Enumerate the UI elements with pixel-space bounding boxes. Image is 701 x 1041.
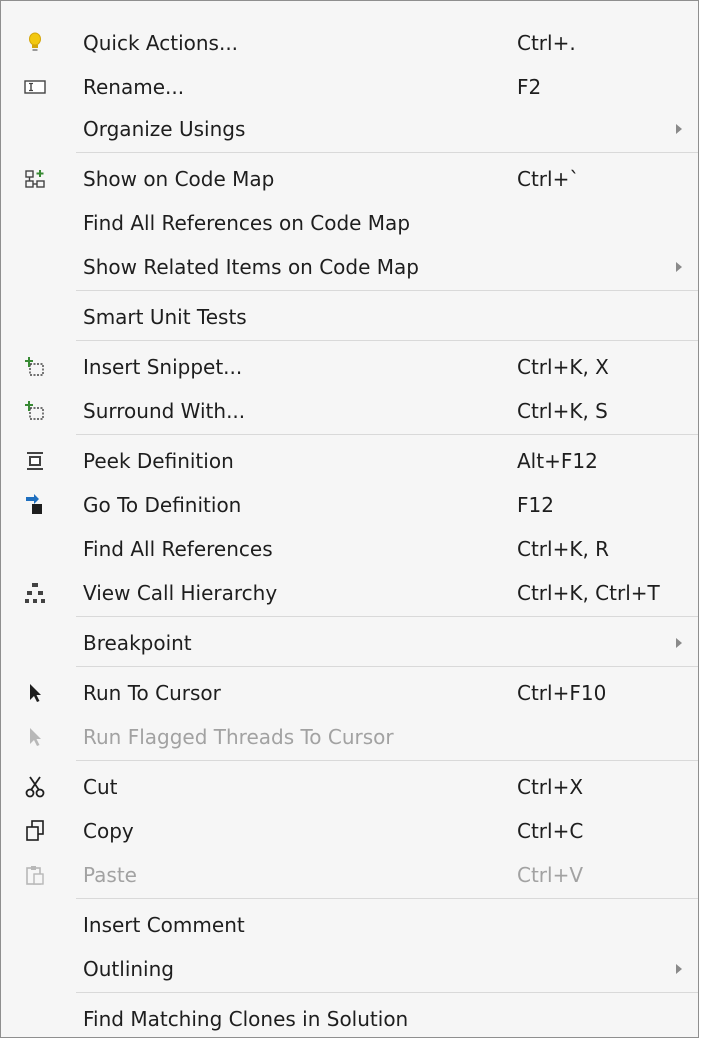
menu-item-label: Find Matching Clones in Solution bbox=[83, 1007, 409, 1031]
menu-item-cut[interactable]: Cut Ctrl+X bbox=[1, 765, 698, 809]
copy-icon bbox=[24, 819, 46, 843]
menu-item-label: Show Related Items on Code Map bbox=[83, 255, 419, 279]
menu-item-go-to-definition[interactable]: Go To Definition F12 bbox=[1, 483, 698, 527]
menu-separator bbox=[76, 152, 698, 153]
menu-item-insert-snippet[interactable]: Insert Snippet... Ctrl+K, X bbox=[1, 345, 698, 389]
menu-item-shortcut: Ctrl+K, R bbox=[517, 537, 610, 561]
menu-item-shortcut: F2 bbox=[517, 75, 542, 99]
menu-item-label: View Call Hierarchy bbox=[83, 581, 278, 605]
menu-item-label: Breakpoint bbox=[83, 631, 192, 655]
menu-item-paste: Paste Ctrl+V bbox=[1, 853, 698, 897]
call-hierarchy-icon bbox=[24, 581, 46, 605]
menu-item-shortcut: Ctrl+K, S bbox=[517, 399, 608, 423]
menu-item-view-call-hierarchy[interactable]: View Call Hierarchy Ctrl+K, Ctrl+T bbox=[1, 571, 698, 615]
menu-item-label: Copy bbox=[83, 819, 134, 843]
menu-item-label: Insert Comment bbox=[83, 913, 245, 937]
menu-item-shortcut: Ctrl+F10 bbox=[517, 681, 607, 705]
menu-item-breakpoint[interactable]: Breakpoint bbox=[1, 621, 698, 665]
peek-definition-icon bbox=[24, 449, 46, 473]
menu-item-shortcut: Ctrl+. bbox=[517, 31, 576, 55]
menu-item-rename[interactable]: Rename... F2 bbox=[1, 65, 698, 109]
menu-item-shortcut: Ctrl+V bbox=[517, 863, 584, 887]
menu-item-run-to-cursor[interactable]: Run To Cursor Ctrl+F10 bbox=[1, 671, 698, 715]
menu-item-shortcut: Ctrl+X bbox=[517, 775, 584, 799]
menu-item-shortcut: Ctrl+K, X bbox=[517, 355, 609, 379]
menu-item-find-all-references-on-code-map[interactable]: Find All References on Code Map bbox=[1, 201, 698, 245]
menu-item-organize-usings[interactable]: Organize Usings bbox=[1, 107, 698, 151]
menu-item-shortcut: Ctrl+C bbox=[517, 819, 584, 843]
context-menu: Quick Actions... Ctrl+. Rename... F2 Org… bbox=[0, 0, 699, 1038]
menu-item-run-flagged-threads-to-cursor: Run Flagged Threads To Cursor bbox=[1, 715, 698, 759]
menu-item-smart-unit-tests[interactable]: Smart Unit Tests bbox=[1, 295, 698, 339]
menu-item-label: Rename... bbox=[83, 75, 185, 99]
menu-item-label: Insert Snippet... bbox=[83, 355, 243, 379]
surround-with-icon bbox=[24, 399, 46, 423]
menu-item-show-related-items-on-code-map[interactable]: Show Related Items on Code Map bbox=[1, 245, 698, 289]
menu-item-show-on-code-map[interactable]: Show on Code Map Ctrl+` bbox=[1, 157, 698, 201]
menu-item-label: Paste bbox=[83, 863, 137, 887]
code-map-icon bbox=[24, 167, 46, 191]
menu-item-peek-definition[interactable]: Peek Definition Alt+F12 bbox=[1, 439, 698, 483]
menu-item-label: Run Flagged Threads To Cursor bbox=[83, 725, 394, 749]
menu-item-surround-with[interactable]: Surround With... Ctrl+K, S bbox=[1, 389, 698, 433]
menu-separator bbox=[76, 666, 698, 667]
rename-icon bbox=[24, 75, 46, 99]
submenu-arrow-icon bbox=[676, 262, 682, 272]
menu-item-label: Peek Definition bbox=[83, 449, 234, 473]
menu-separator bbox=[76, 760, 698, 761]
menu-item-label: Outlining bbox=[83, 957, 174, 981]
menu-item-copy[interactable]: Copy Ctrl+C bbox=[1, 809, 698, 853]
menu-item-label: Organize Usings bbox=[83, 117, 246, 141]
menu-item-label: Cut bbox=[83, 775, 118, 799]
menu-item-label: Find All References bbox=[83, 537, 273, 561]
menu-item-label: Smart Unit Tests bbox=[83, 305, 247, 329]
menu-item-label: Find All References on Code Map bbox=[83, 211, 411, 235]
cursor-arrow-disabled-icon bbox=[24, 725, 46, 749]
menu-separator bbox=[76, 898, 698, 899]
menu-item-label: Show on Code Map bbox=[83, 167, 275, 191]
menu-item-find-matching-clones-in-solution[interactable]: Find Matching Clones in Solution bbox=[1, 997, 698, 1041]
menu-item-quick-actions[interactable]: Quick Actions... Ctrl+. bbox=[1, 21, 698, 65]
menu-item-shortcut: F12 bbox=[517, 493, 554, 517]
menu-separator bbox=[76, 992, 698, 993]
paste-icon bbox=[24, 863, 46, 887]
menu-separator bbox=[76, 616, 698, 617]
cursor-arrow-icon bbox=[24, 681, 46, 705]
menu-item-outlining[interactable]: Outlining bbox=[1, 947, 698, 991]
submenu-arrow-icon bbox=[676, 124, 682, 134]
go-to-definition-icon bbox=[24, 493, 46, 517]
menu-separator bbox=[76, 340, 698, 341]
submenu-arrow-icon bbox=[676, 638, 682, 648]
menu-item-shortcut: Ctrl+K, Ctrl+T bbox=[517, 581, 660, 605]
menu-item-find-all-references[interactable]: Find All References Ctrl+K, R bbox=[1, 527, 698, 571]
submenu-arrow-icon bbox=[676, 964, 682, 974]
menu-item-label: Quick Actions... bbox=[83, 31, 239, 55]
insert-snippet-icon bbox=[24, 355, 46, 379]
lightbulb-icon bbox=[24, 31, 46, 55]
menu-item-label: Surround With... bbox=[83, 399, 246, 423]
menu-separator bbox=[76, 290, 698, 291]
scissors-icon bbox=[24, 775, 46, 799]
menu-item-shortcut: Alt+F12 bbox=[517, 449, 598, 473]
menu-item-label: Run To Cursor bbox=[83, 681, 221, 705]
menu-item-shortcut: Ctrl+` bbox=[517, 167, 580, 191]
menu-item-insert-comment[interactable]: Insert Comment bbox=[1, 903, 698, 947]
menu-item-label: Go To Definition bbox=[83, 493, 242, 517]
menu-separator bbox=[76, 434, 698, 435]
